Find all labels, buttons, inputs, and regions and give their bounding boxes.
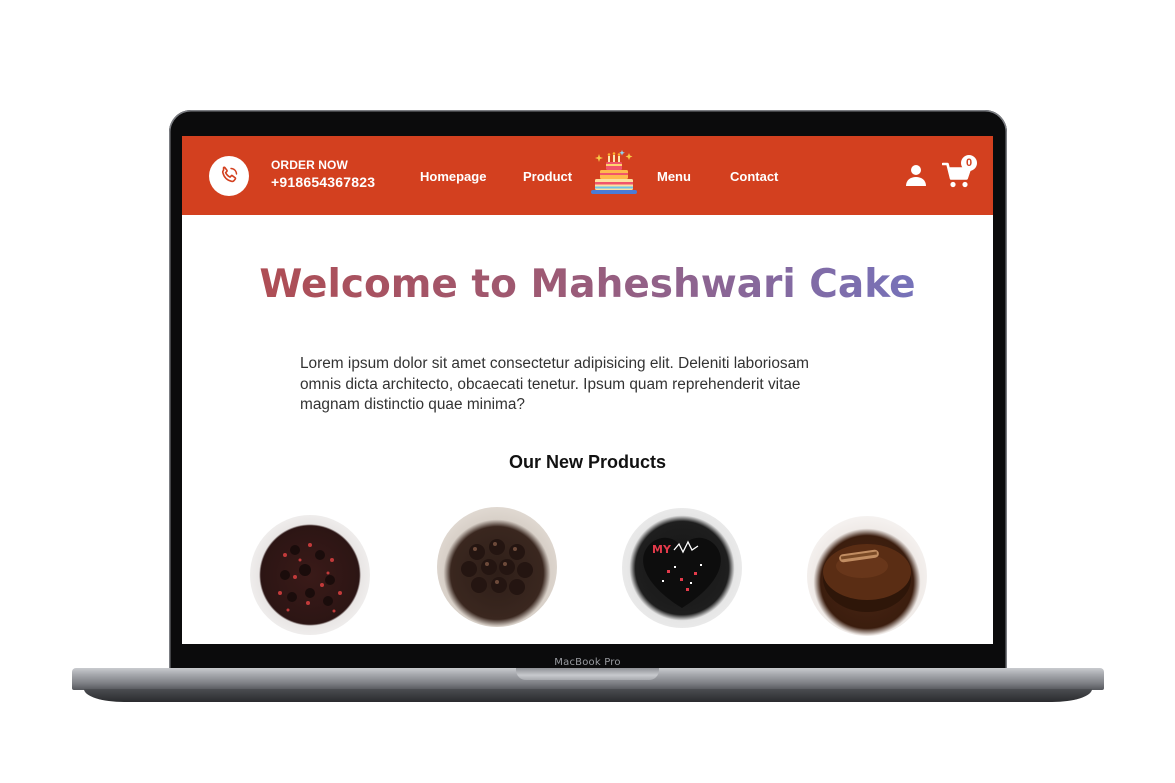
cart-count-badge: 0 — [961, 155, 977, 171]
product-chocolate-ball-cake[interactable] — [437, 507, 557, 627]
phone-button[interactable] — [209, 156, 249, 196]
product-image — [461, 539, 533, 595]
product-chocolate-truffle-cake[interactable] — [807, 516, 927, 636]
laptop-base-bottom — [84, 689, 1092, 702]
nav-link-contact[interactable]: Contact — [730, 169, 778, 184]
nav-link-homepage[interactable]: Homepage — [420, 169, 486, 184]
cake-icon — [591, 150, 637, 194]
product-heart-shaped-black-cake[interactable]: MY — [622, 508, 742, 628]
phone-icon — [221, 166, 238, 183]
nav-link-product[interactable]: Product — [523, 169, 572, 184]
hero-description: Lorem ipsum dolor sit amet consectetur a… — [300, 355, 809, 414]
device-label: MacBook Pro — [554, 657, 621, 668]
logo[interactable] — [589, 148, 639, 200]
hero-title: Welcome to Maheshwari Cake — [182, 262, 993, 307]
order-now-label: ORDER NOW — [271, 158, 348, 172]
navbar: ORDER NOW +918654367823 Homepage Product — [182, 136, 993, 215]
product-chocolate-sprinkle-cake[interactable] — [250, 515, 370, 635]
cake-text: MY — [652, 543, 672, 556]
laptop-notch — [516, 668, 659, 680]
user-icon[interactable] — [904, 163, 928, 187]
product-image — [823, 544, 911, 612]
products-title: Our New Products — [508, 452, 667, 472]
product-image: MY — [643, 537, 721, 608]
product-image — [278, 543, 342, 613]
screen: ORDER NOW +918654367823 Homepage Product — [182, 136, 993, 644]
nav-link-menu[interactable]: Menu — [657, 169, 691, 184]
order-phone-number[interactable]: +918654367823 — [271, 174, 375, 190]
